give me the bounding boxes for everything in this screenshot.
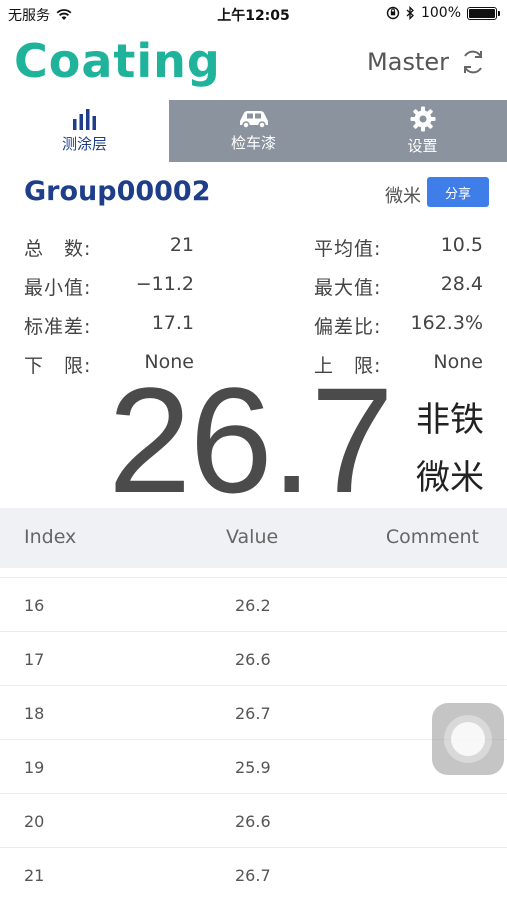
std-dev-label: 标准差: — [24, 316, 92, 338]
row-value: 26.7 — [235, 704, 271, 723]
mean-label: 平均值: — [314, 238, 382, 260]
sync-icon — [464, 50, 482, 74]
table-row[interactable]: 17 26.6 — [0, 632, 507, 686]
lower-limit-label: 下 限: — [24, 355, 92, 377]
tab-measure-coating-label: 测涂层 — [61, 135, 107, 153]
group-name[interactable]: Group00002 — [24, 176, 211, 207]
orientation-lock-icon — [386, 6, 400, 20]
column-header-index: Index — [24, 526, 77, 548]
table-row[interactable]: 18 26.7 — [0, 686, 507, 740]
row-index: 20 — [24, 812, 45, 831]
master-mode-button[interactable]: Master — [367, 48, 487, 76]
stat-row: 标准差: 17.1 偏差比: 162.3% — [24, 308, 486, 347]
row-index: 17 — [24, 650, 45, 669]
gear-icon — [410, 106, 435, 132]
table-row[interactable]: 19 25.9 — [0, 740, 507, 794]
car-icon — [239, 111, 268, 129]
table-row[interactable]: 16 26.2 — [0, 578, 507, 632]
row-value: 26.6 — [235, 650, 271, 669]
total-count-label: 总 数: — [24, 238, 92, 260]
row-value: 25.9 — [235, 758, 271, 777]
status-bar: 无服务 上午12:05 100% — [0, 0, 507, 28]
master-mode-label: Master — [367, 48, 449, 76]
std-dev-value: 17.1 — [151, 312, 194, 334]
row-value: 26.7 — [235, 866, 271, 885]
row-index: 18 — [24, 704, 45, 723]
battery-icon — [467, 6, 500, 20]
stat-row: 总 数: 21 平均值: 10.5 — [24, 230, 486, 269]
share-button[interactable]: 分享 — [427, 177, 489, 207]
row-index: 21 — [24, 866, 45, 885]
tab-check-paint-label: 检车漆 — [230, 134, 276, 152]
assistive-touch-button[interactable] — [432, 703, 504, 775]
reading-unit: 微米 — [416, 458, 484, 498]
upper-limit-value: None — [433, 351, 483, 373]
app-logo: Coating — [14, 34, 221, 88]
min-value: −11.2 — [135, 273, 194, 295]
column-header-value: Value — [226, 526, 279, 548]
tab-bar: 测涂层 检车漆 设置 — [0, 100, 507, 162]
row-value: 26.6 — [235, 812, 271, 831]
mean-value: 10.5 — [440, 234, 483, 256]
min-label: 最小值: — [24, 277, 92, 299]
battery-percent: 100% — [420, 5, 461, 21]
row-index: 19 — [24, 758, 45, 777]
max-value: 28.4 — [440, 273, 483, 295]
max-label: 最大值: — [314, 277, 382, 299]
group-row: Group00002 微米 分享 — [24, 176, 489, 212]
tab-measure-coating[interactable]: 测涂层 — [0, 100, 169, 162]
unit-label: 微米 — [385, 186, 421, 207]
current-reading-value: 26.7 — [108, 356, 394, 524]
bar-chart-icon — [72, 109, 96, 130]
table-row[interactable]: 21 26.7 — [0, 848, 507, 900]
table-header: Index Value Comment — [0, 508, 507, 568]
tab-check-paint[interactable]: 检车漆 — [169, 100, 338, 162]
tab-settings[interactable]: 设置 — [338, 100, 507, 162]
bluetooth-icon — [406, 6, 414, 20]
app-header: Coating Master — [0, 32, 507, 96]
assistive-touch-icon — [444, 715, 492, 763]
tab-settings-label: 设置 — [407, 137, 438, 155]
row-value: 26.2 — [235, 596, 271, 615]
row-index: 16 — [24, 596, 45, 615]
stat-row: 最小值: −11.2 最大值: 28.4 — [24, 269, 486, 308]
table-row[interactable]: 20 26.6 — [0, 794, 507, 848]
total-count-value: 21 — [169, 234, 194, 256]
readings-table[interactable]: 16 26.2 17 26.6 18 26.7 19 25.9 20 26.6 … — [0, 577, 507, 900]
substrate-type: 非铁 — [416, 400, 484, 440]
deviation-ratio-label: 偏差比: — [314, 316, 382, 338]
column-header-comment: Comment — [385, 526, 479, 548]
deviation-ratio-value: 162.3% — [410, 312, 483, 334]
